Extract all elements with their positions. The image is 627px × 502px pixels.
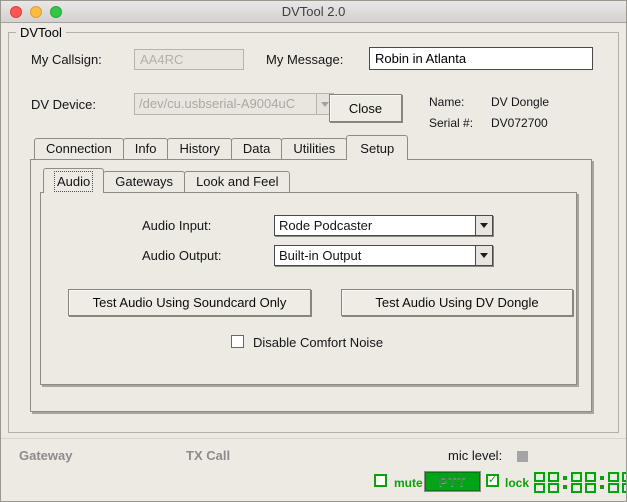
chevron-down-icon [480, 253, 488, 258]
close-button[interactable]: Close [329, 94, 402, 122]
mute-label: mute [394, 476, 423, 490]
tab-audio[interactable]: Audio [43, 168, 104, 193]
audio-output-combobox[interactable]: Built-in Output [274, 245, 493, 266]
dvtool-window: DVTool 2.0 DVTool My Callsign: My Messag… [0, 0, 627, 502]
audio-input-label: Audio Input: [142, 218, 211, 233]
callsign-field [134, 49, 244, 70]
device-combobox: /dev/cu.usbserial-A9004uC [134, 93, 334, 115]
timer-colon [563, 472, 567, 493]
gateway-status-label: Gateway [19, 448, 72, 463]
groupbox-label: DVTool [16, 25, 66, 40]
audio-output-arrow[interactable] [475, 246, 492, 265]
message-field[interactable] [369, 47, 593, 70]
tab-connection[interactable]: Connection [34, 138, 124, 159]
timer-digit [534, 472, 545, 493]
timer-colon [600, 472, 604, 493]
device-combobox-value: /dev/cu.usbserial-A9004uC [135, 94, 316, 114]
lock-checkbox[interactable]: ✓ [486, 474, 499, 487]
device-label: DV Device: [31, 97, 96, 112]
device-name-label: Name: [429, 95, 464, 109]
chevron-down-icon [321, 102, 329, 107]
tab-utilities[interactable]: Utilities [281, 138, 347, 159]
mic-level-label: mic level: [448, 448, 502, 463]
callsign-label: My Callsign: [31, 52, 102, 67]
tx-call-status-label: TX Call [186, 448, 230, 463]
tab-history[interactable]: History [167, 138, 231, 159]
audio-input-arrow[interactable] [475, 216, 492, 235]
tab-gateways[interactable]: Gateways [103, 171, 185, 192]
timer-digit [608, 472, 619, 493]
timer-display [534, 472, 627, 493]
tab-info[interactable]: Info [123, 138, 169, 159]
timer-digit [585, 472, 596, 493]
main-tabstrip: Connection Info History Data Utilities S… [34, 134, 408, 160]
device-serial-label: Serial #: [429, 116, 473, 130]
device-serial-value: DV072700 [491, 116, 548, 130]
disable-comfort-noise-checkbox[interactable] [231, 335, 244, 348]
lock-label: lock [505, 476, 529, 490]
status-divider [1, 438, 626, 439]
tab-setup[interactable]: Setup [346, 135, 408, 160]
tab-look-and-feel[interactable]: Look and Feel [184, 171, 290, 192]
timer-digit [571, 472, 582, 493]
mic-level-indicator [517, 451, 528, 462]
setup-tabstrip: Audio Gateways Look and Feel [43, 169, 290, 193]
ptt-button[interactable]: PTT [424, 471, 481, 492]
tab-audio-label: Audio [57, 174, 90, 189]
audio-output-value: Built-in Output [275, 246, 475, 265]
test-audio-dv-dongle-button[interactable]: Test Audio Using DV Dongle [341, 289, 573, 316]
chevron-down-icon [480, 223, 488, 228]
device-name-value: DV Dongle [491, 95, 549, 109]
timer-digit [548, 472, 559, 493]
tab-data[interactable]: Data [231, 138, 282, 159]
window-title: DVTool 2.0 [1, 1, 626, 23]
audio-input-combobox[interactable]: Rode Podcaster [274, 215, 493, 236]
timer-digit [622, 472, 627, 493]
test-audio-soundcard-button[interactable]: Test Audio Using Soundcard Only [68, 289, 311, 316]
mute-checkbox[interactable] [374, 474, 387, 487]
audio-input-value: Rode Podcaster [275, 216, 475, 235]
message-label: My Message: [266, 52, 343, 67]
disable-comfort-noise-label: Disable Comfort Noise [253, 335, 383, 350]
audio-output-label: Audio Output: [142, 248, 222, 263]
titlebar: DVTool 2.0 [1, 1, 626, 23]
